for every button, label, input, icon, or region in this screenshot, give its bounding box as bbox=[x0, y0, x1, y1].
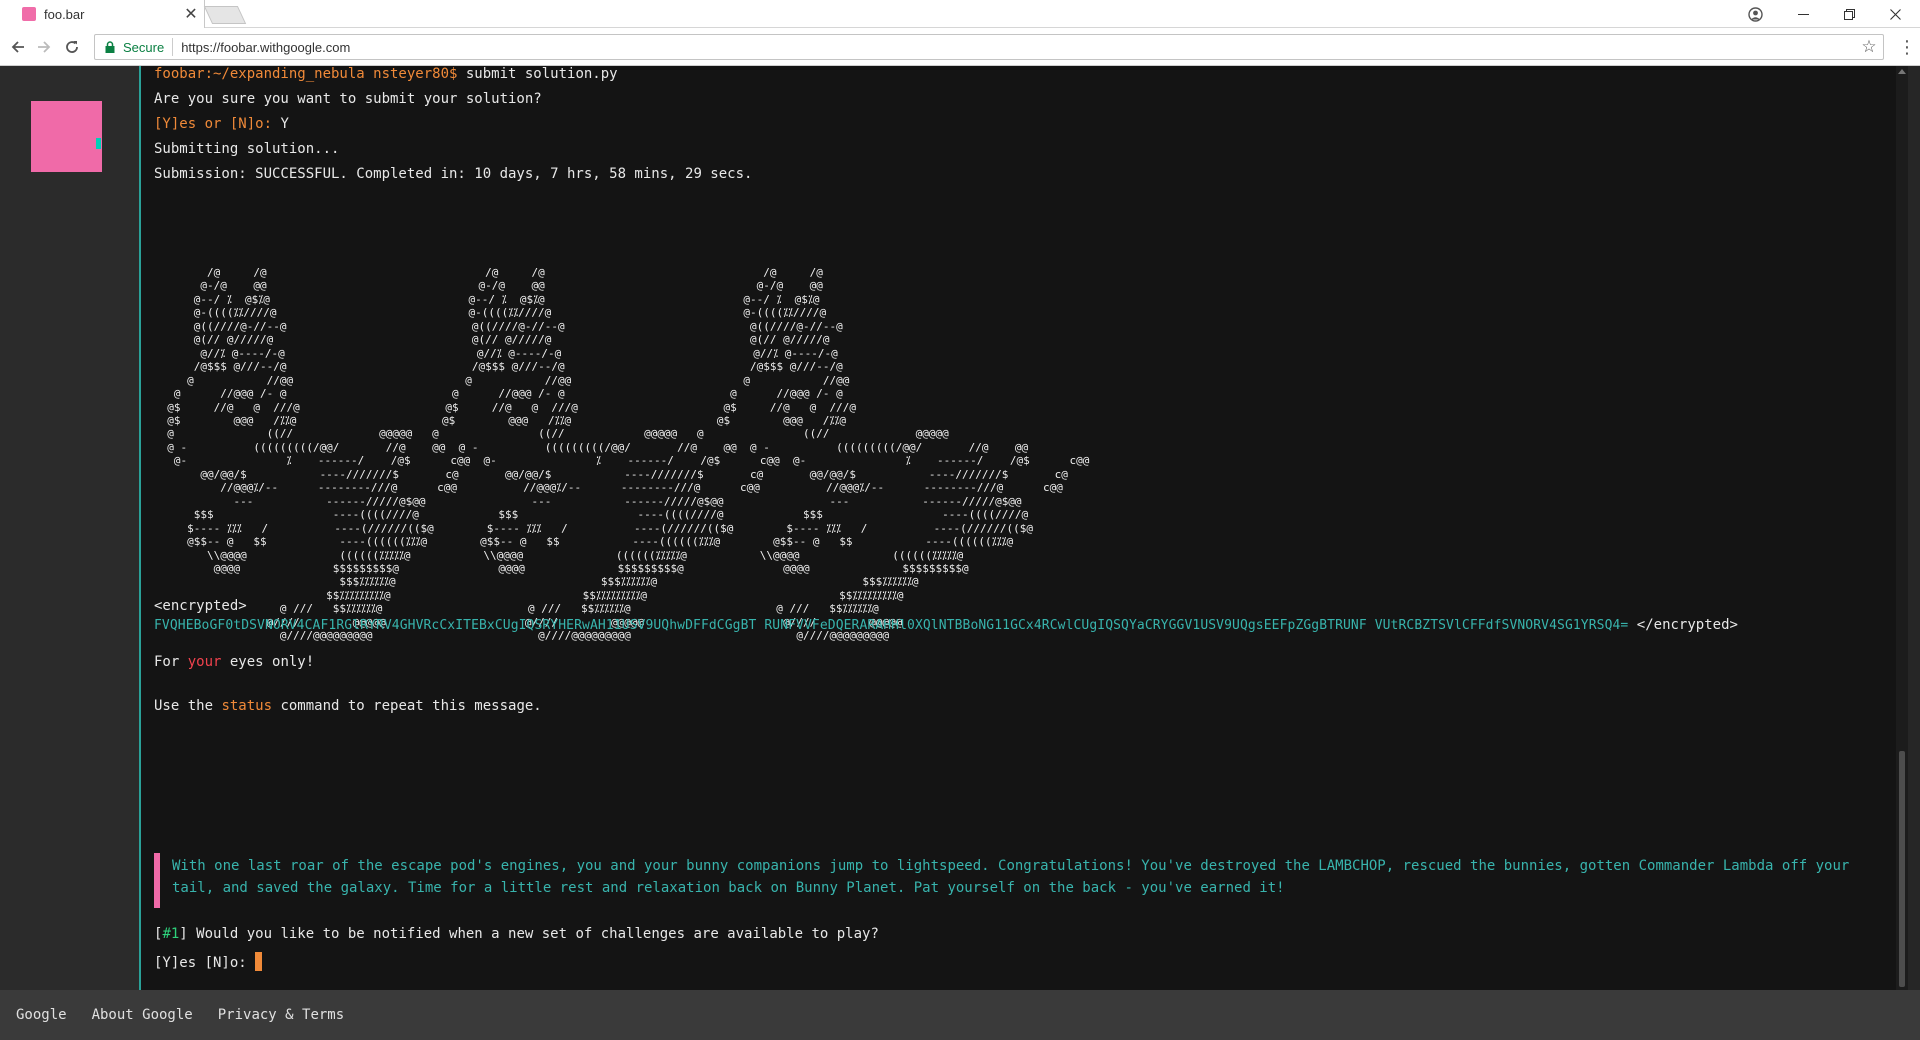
terminal-cursor[interactable] bbox=[255, 952, 263, 971]
confirm-answer: Y bbox=[272, 116, 289, 132]
secure-label: Secure bbox=[123, 39, 165, 55]
omnibox-divider bbox=[172, 38, 174, 56]
forward-arrow-icon[interactable] bbox=[34, 37, 54, 57]
close-window-icon[interactable] bbox=[1872, 0, 1918, 28]
eyes-post: eyes only! bbox=[221, 654, 315, 670]
scroll-up-arrow-icon[interactable] bbox=[1898, 69, 1906, 74]
foobar-logo bbox=[31, 101, 102, 172]
tab-title: foo.bar bbox=[44, 6, 85, 22]
footer-link-google[interactable]: Google bbox=[16, 1007, 67, 1023]
congratulations-message: With one last roar of the escape pod's e… bbox=[172, 858, 1850, 896]
browser-toolbar: Secure https://foobar.withgoogle.com ☆ ⋮ bbox=[0, 28, 1920, 66]
encrypted-open-tag: <encrypted> bbox=[154, 598, 247, 614]
confirm-options: [Y]es or [N]o: bbox=[154, 116, 273, 132]
bookmark-star-icon[interactable]: ☆ bbox=[1855, 37, 1883, 57]
tab-close-icon[interactable]: ✕ bbox=[178, 4, 204, 24]
submission-result: Submission: SUCCESSFUL. Completed in: 10… bbox=[154, 166, 753, 182]
encrypted-line: FVQHEBoGF0tDSVNORV4CAF1RGlRYRV4GHVRcCxIT… bbox=[154, 617, 1738, 633]
new-tab-button[interactable] bbox=[203, 6, 247, 24]
encrypted-close-tag: </encrypted> bbox=[1628, 617, 1738, 633]
notify-tag: #1 bbox=[162, 926, 180, 942]
sidebar bbox=[0, 66, 139, 990]
command-text: submit solution.py bbox=[457, 66, 618, 82]
input-line[interactable]: [Y]es [N]o: bbox=[154, 952, 263, 971]
eyes-highlight: your bbox=[187, 654, 222, 670]
footer-link-about-google[interactable]: About Google bbox=[92, 1007, 193, 1023]
browser-menu-icon[interactable]: ⋮ bbox=[1898, 37, 1916, 57]
logo-cursor-accent bbox=[96, 138, 101, 149]
scrollbar-thumb[interactable] bbox=[1899, 751, 1905, 987]
status-command: status bbox=[221, 698, 273, 714]
reload-icon[interactable] bbox=[62, 37, 82, 57]
back-arrow-icon[interactable] bbox=[8, 37, 28, 57]
page-content: foobar:~/expanding_nebula nsteyer80$ sub… bbox=[0, 66, 1920, 1040]
address-bar[interactable]: Secure https://foobar.withgoogle.com ☆ bbox=[94, 34, 1884, 60]
restore-icon[interactable] bbox=[1826, 0, 1872, 28]
notify-line: [#1] Would you like to be notified when … bbox=[154, 926, 879, 942]
tab-strip: foo.bar ✕ bbox=[0, 0, 1920, 28]
confirm-question: Are you sure you want to submit your sol… bbox=[154, 91, 542, 107]
foobar-favicon-icon bbox=[22, 7, 36, 21]
footer-link-privacy-terms[interactable]: Privacy & Terms bbox=[218, 1007, 344, 1023]
url-text[interactable]: https://foobar.withgoogle.com bbox=[181, 40, 1855, 55]
lock-icon bbox=[103, 40, 117, 54]
bunny-ascii-art: /@ /@ /@ /@ /@ /@ @-/@ @@ @-/@ @@ @-/@ @… bbox=[167, 266, 1090, 643]
status-post: command to repeat this message. bbox=[272, 698, 542, 714]
notify-close: ] bbox=[179, 926, 188, 942]
notify-question: Would you like to be notified when a new… bbox=[187, 926, 879, 942]
confirm-line: [Y]es or [N]o: Y bbox=[154, 116, 289, 132]
eyes-only-line: For your eyes only! bbox=[154, 654, 314, 670]
quote-accent-bar bbox=[154, 853, 160, 908]
footer: Google About Google Privacy & Terms bbox=[0, 990, 1920, 1040]
status-hint-line: Use the status command to repeat this me… bbox=[154, 698, 542, 714]
minimize-icon[interactable] bbox=[1780, 0, 1826, 28]
eyes-pre: For bbox=[154, 654, 188, 670]
shell-prompt: foobar:~/expanding_nebula nsteyer80$ bbox=[154, 66, 458, 82]
submitting-status: Submitting solution... bbox=[154, 141, 340, 157]
profile-icon[interactable] bbox=[1732, 0, 1778, 28]
status-pre: Use the bbox=[154, 698, 222, 714]
encrypted-payload: FVQHEBoGF0tDSVNORV4CAF1RGlRYRV4GHVRcCxIT… bbox=[154, 618, 1629, 633]
command-line: foobar:~/expanding_nebula nsteyer80$ sub… bbox=[154, 66, 618, 82]
terminal[interactable]: foobar:~/expanding_nebula nsteyer80$ sub… bbox=[139, 66, 1908, 990]
terminal-scrollbar[interactable] bbox=[1896, 66, 1908, 990]
final-prompt: [Y]es [N]o: bbox=[154, 955, 256, 971]
browser-tab[interactable]: foo.bar ✕ bbox=[0, 0, 205, 28]
